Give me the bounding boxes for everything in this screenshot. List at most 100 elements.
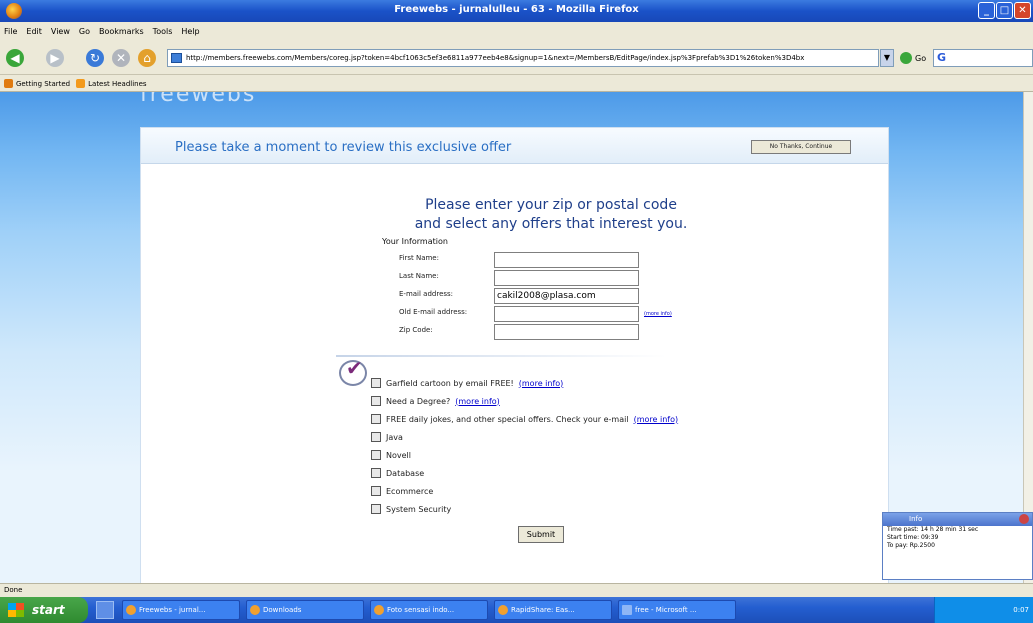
minimize-button[interactable]: _: [978, 2, 995, 19]
section-divider: [336, 355, 666, 357]
home-icon[interactable]: ⌂: [138, 49, 156, 67]
first-name-label: First Name:: [399, 254, 439, 262]
your-information-label: Your Information: [382, 237, 448, 246]
firefox-small-icon: [4, 79, 13, 88]
taskbar-button-microsoft[interactable]: free - Microsoft ...: [618, 600, 736, 620]
close-button[interactable]: ✕: [1014, 2, 1031, 19]
headline-line-1: Please enter your zip or postal code: [425, 197, 677, 213]
firefox-small-icon: [250, 605, 260, 615]
menu-help[interactable]: Help: [181, 27, 199, 36]
old-email-label: Old E-mail address:: [399, 308, 468, 316]
offer-item: Need a Degree? (more info): [371, 396, 500, 406]
freewebs-logo: freewebs: [140, 92, 257, 107]
url-dropdown-icon[interactable]: ▼: [880, 49, 894, 67]
page-content: freewebs Please take a moment to review …: [0, 92, 1023, 583]
offer-label: Garfield cartoon by email FREE!: [386, 378, 514, 388]
url-text: http://members.freewebs.com/Members/core…: [186, 54, 805, 62]
offer-label: Need a Degree?: [386, 396, 451, 406]
system-tray: 0:07: [934, 597, 1033, 623]
vertical-scrollbar[interactable]: [1023, 92, 1033, 583]
offer-checkbox[interactable]: [371, 450, 381, 460]
site-favicon-icon: [171, 53, 182, 63]
offer-item: Java: [371, 432, 403, 442]
menu-view[interactable]: View: [51, 27, 70, 36]
offer-more-info-link[interactable]: (more info): [519, 379, 564, 388]
info-to-pay: To pay: Rp.2500: [887, 542, 935, 549]
offer-more-info-link[interactable]: (more info): [455, 397, 500, 406]
headline-line-2: and select any offers that interest you.: [414, 216, 688, 232]
offer-checkbox[interactable]: [371, 468, 381, 478]
first-name-field[interactable]: [494, 252, 639, 268]
navigation-toolbar: ◀ ▶ ↻ ✕ ⌂ http://members.freewebs.com/Me…: [0, 41, 1033, 75]
start-button[interactable]: start: [0, 597, 88, 623]
offer-item: Garfield cartoon by email FREE! (more in…: [371, 378, 563, 388]
start-label: start: [32, 603, 65, 617]
taskbar-button-label: free - Microsoft ...: [635, 606, 697, 614]
info-time-past: Time past: 14 h 28 min 31 sec: [887, 526, 979, 533]
menu-bar: File Edit View Go Bookmarks Tools Help: [0, 22, 1033, 41]
taskbar-button-downloads[interactable]: Downloads: [246, 600, 364, 620]
info-widget-header: Info: [883, 513, 1032, 526]
firefox-small-icon: [374, 605, 384, 615]
offer-checkbox[interactable]: [371, 486, 381, 496]
taskbar-button-foto[interactable]: Foto sensasi indo...: [370, 600, 488, 620]
offer-item: Ecommerce: [371, 486, 433, 496]
menu-tools[interactable]: Tools: [153, 27, 173, 36]
menu-edit[interactable]: Edit: [26, 27, 42, 36]
maximize-button[interactable]: □: [996, 2, 1013, 19]
url-bar[interactable]: http://members.freewebs.com/Members/core…: [167, 49, 879, 67]
info-widget-close-icon[interactable]: [1019, 514, 1029, 524]
offer-label: Java: [386, 432, 403, 442]
window-titlebar: Freewebs - jurnalulleu - 63 - Mozilla Fi…: [0, 0, 1033, 22]
info-widget: Info Time past: 14 h 28 min 31 sec Start…: [882, 512, 1033, 580]
offer-checkbox[interactable]: [371, 378, 381, 388]
zip-code-label: Zip Code:: [399, 326, 433, 334]
last-name-label: Last Name:: [399, 272, 439, 280]
taskbar-button-freewebs[interactable]: Freewebs - jurnal...: [122, 600, 240, 620]
firefox-small-icon: [126, 605, 136, 615]
no-thanks-button[interactable]: No Thanks, Continue: [751, 140, 851, 154]
bookmark-getting-started[interactable]: Getting Started: [4, 79, 70, 88]
old-email-field[interactable]: [494, 306, 639, 322]
taskbar-button-label: Freewebs - jurnal...: [139, 606, 206, 614]
offer-checkbox[interactable]: [371, 504, 381, 514]
windows-logo-icon: [8, 603, 24, 617]
reload-icon[interactable]: ↻: [86, 49, 104, 67]
checkmark-icon: ✔: [339, 356, 367, 386]
offer-panel: Please take a moment to review this excl…: [140, 127, 889, 583]
offer-checkbox[interactable]: [371, 396, 381, 406]
email-field[interactable]: cakil2008@plasa.com: [494, 288, 639, 304]
go-button[interactable]: Go: [900, 49, 926, 67]
menu-bookmarks[interactable]: Bookmarks: [99, 27, 144, 36]
stop-icon[interactable]: ✕: [112, 49, 130, 67]
show-desktop-icon[interactable]: [96, 601, 114, 619]
search-input[interactable]: G: [933, 49, 1033, 67]
bookmark-label: Getting Started: [16, 79, 71, 88]
google-search-icon: G: [937, 51, 947, 64]
info-start-time: Start time: 09:39: [887, 534, 939, 541]
last-name-field[interactable]: [494, 270, 639, 286]
info-widget-title: Info: [909, 515, 923, 523]
offer-item: System Security: [371, 504, 451, 514]
submit-button[interactable]: Submit: [518, 526, 564, 543]
offer-message: Please take a moment to review this excl…: [175, 140, 512, 155]
forward-icon[interactable]: ▶: [46, 49, 64, 67]
offer-checkbox[interactable]: [371, 432, 381, 442]
taskbar-button-rapidshare[interactable]: RapidShare: Eas...: [494, 600, 612, 620]
offer-label: System Security: [386, 504, 452, 514]
zip-code-field[interactable]: [494, 324, 639, 340]
window-controls: _ □ ✕: [978, 2, 1031, 19]
document-icon: [622, 605, 632, 615]
headline: Please enter your zip or postal code and…: [361, 196, 741, 234]
offer-more-info-link[interactable]: (more info): [634, 415, 679, 424]
back-icon[interactable]: ◀: [6, 49, 24, 67]
email-label: E-mail address:: [399, 290, 454, 298]
old-email-more-info-link[interactable]: (more info): [644, 311, 672, 317]
offer-checkbox[interactable]: [371, 414, 381, 424]
menu-go[interactable]: Go: [79, 27, 90, 36]
bookmark-latest-headlines[interactable]: Latest Headlines: [76, 79, 147, 88]
clock[interactable]: 0:07: [1013, 606, 1029, 614]
taskbar: start Freewebs - jurnal... Downloads Fot…: [0, 597, 1033, 623]
bookmarks-toolbar: Getting Started Latest Headlines: [0, 76, 1033, 92]
menu-file[interactable]: File: [4, 27, 17, 36]
